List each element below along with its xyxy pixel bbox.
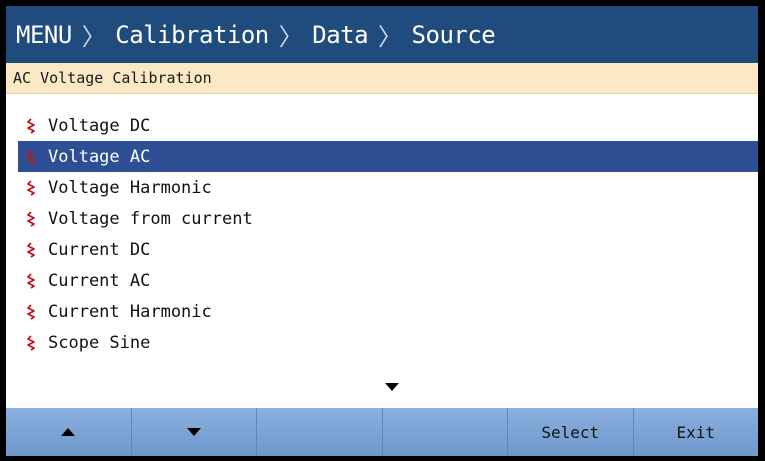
down-arrow-icon	[186, 428, 201, 436]
softkey-bar: Select Exit	[6, 408, 758, 456]
list-item[interactable]: Voltage Harmonic	[18, 172, 758, 203]
list-item[interactable]: Current Harmonic	[18, 296, 758, 327]
softkey-select-button[interactable]: Select	[508, 408, 634, 456]
list-item[interactable]: Voltage DC	[18, 110, 758, 141]
list-item-label: Current AC	[48, 270, 151, 291]
source-list: Voltage DC Voltage AC Voltage Harmonic Volt…	[18, 110, 758, 358]
list-item-label: Voltage Harmonic	[48, 177, 212, 198]
list-item-label: Voltage AC	[48, 146, 151, 167]
waveform-icon	[27, 210, 35, 227]
softkey-4-button[interactable]	[382, 408, 508, 456]
softkey-exit-button[interactable]: Exit	[633, 408, 758, 456]
softkey-select-label: Select	[541, 422, 600, 442]
waveform-icon	[27, 334, 35, 351]
softkey-exit-label: Exit	[676, 422, 716, 442]
breadcrumb: MENU 〉 Calibration 〉 Data 〉 Source	[6, 6, 758, 63]
list-item[interactable]: Current AC	[18, 265, 758, 296]
breadcrumb-separator: 〉	[378, 23, 402, 51]
scroll-down-arrow-icon[interactable]	[385, 383, 399, 391]
breadcrumb-source: Source	[411, 20, 496, 49]
list-item[interactable]: Voltage AC	[18, 141, 758, 172]
list-item-label: Scope Sine	[48, 332, 151, 353]
list-item-label: Current DC	[48, 239, 151, 260]
list-item-label: Voltage DC	[48, 115, 151, 136]
page-title: AC Voltage Calibration	[6, 63, 758, 94]
instrument-screen: MENU 〉 Calibration 〉 Data 〉 Source AC Vo…	[6, 6, 758, 456]
softkey-3-button[interactable]	[257, 408, 383, 456]
list-item-label: Voltage from current	[48, 208, 253, 229]
waveform-icon	[27, 179, 35, 196]
list-item[interactable]: Current DC	[18, 234, 758, 265]
breadcrumb-separator: 〉	[278, 23, 303, 51]
waveform-icon	[27, 117, 35, 134]
list-item[interactable]: Voltage from current	[18, 203, 758, 234]
breadcrumb-calibration[interactable]: Calibration	[115, 21, 269, 49]
waveform-icon	[27, 241, 35, 258]
list-item-label: Current Harmonic	[48, 301, 212, 322]
softkey-up-button[interactable]	[6, 408, 132, 456]
breadcrumb-menu[interactable]: MENU	[16, 21, 72, 49]
breadcrumb-data[interactable]: Data	[312, 21, 368, 49]
softkey-down-button[interactable]	[131, 408, 257, 456]
waveform-icon	[27, 148, 35, 165]
page-title-text: AC Voltage Calibration	[13, 69, 212, 87]
up-arrow-icon	[61, 428, 76, 436]
waveform-icon	[27, 303, 35, 320]
list-item[interactable]: Scope Sine	[18, 327, 758, 358]
waveform-icon	[27, 272, 35, 289]
breadcrumb-separator: 〉	[81, 23, 106, 51]
